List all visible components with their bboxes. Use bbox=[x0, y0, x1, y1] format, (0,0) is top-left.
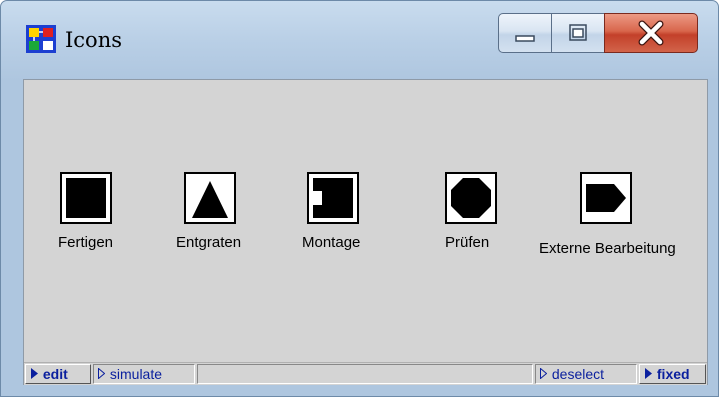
entgraten-icon[interactable] bbox=[184, 172, 236, 224]
simulate-label: simulate bbox=[109, 366, 163, 382]
montage-icon[interactable] bbox=[307, 172, 359, 224]
minimize-button[interactable] bbox=[498, 13, 552, 53]
icon-label-fertigen: Fertigen bbox=[58, 234, 114, 251]
status-message-area bbox=[197, 364, 533, 384]
play-outline-icon bbox=[98, 365, 106, 383]
icon-label-pruefen: Prüfen bbox=[445, 234, 490, 251]
deselect-button[interactable]: deselect bbox=[535, 364, 637, 384]
minimize-icon bbox=[515, 35, 535, 42]
simulate-button[interactable]: simulate bbox=[93, 364, 195, 384]
maximize-icon bbox=[569, 24, 587, 41]
play-outline-icon bbox=[540, 365, 548, 383]
fixed-button[interactable]: fixed bbox=[639, 364, 706, 384]
app-logo-icon bbox=[26, 25, 56, 53]
close-button[interactable] bbox=[604, 13, 698, 53]
play-arrow-icon bbox=[31, 365, 39, 383]
edit-button[interactable]: edit bbox=[25, 364, 91, 384]
externe-bearbeitung-icon[interactable] bbox=[580, 172, 632, 224]
icons-window: Icons Fertigen Entgraten Montage Prüfen … bbox=[0, 0, 719, 397]
icon-label-entgraten: Entgraten bbox=[176, 234, 242, 251]
maximize-button[interactable] bbox=[551, 13, 605, 53]
icon-label-montage: Montage bbox=[302, 234, 361, 251]
status-bar: edit simulate deselect fixed bbox=[24, 362, 707, 385]
edit-label: edit bbox=[42, 366, 68, 382]
deselect-label: deselect bbox=[551, 366, 605, 382]
close-icon bbox=[638, 20, 664, 46]
fixed-label: fixed bbox=[656, 366, 690, 382]
icon-canvas[interactable]: Fertigen Entgraten Montage Prüfen Extern… bbox=[23, 79, 708, 385]
pruefen-icon[interactable] bbox=[445, 172, 497, 224]
title-bar[interactable]: Icons bbox=[1, 1, 718, 67]
fertigen-icon[interactable] bbox=[60, 172, 112, 224]
window-title: Icons bbox=[65, 28, 123, 52]
icon-label-externe-bearbeitung: Externe Bearbeitung bbox=[539, 240, 676, 257]
play-arrow-icon bbox=[645, 365, 653, 383]
